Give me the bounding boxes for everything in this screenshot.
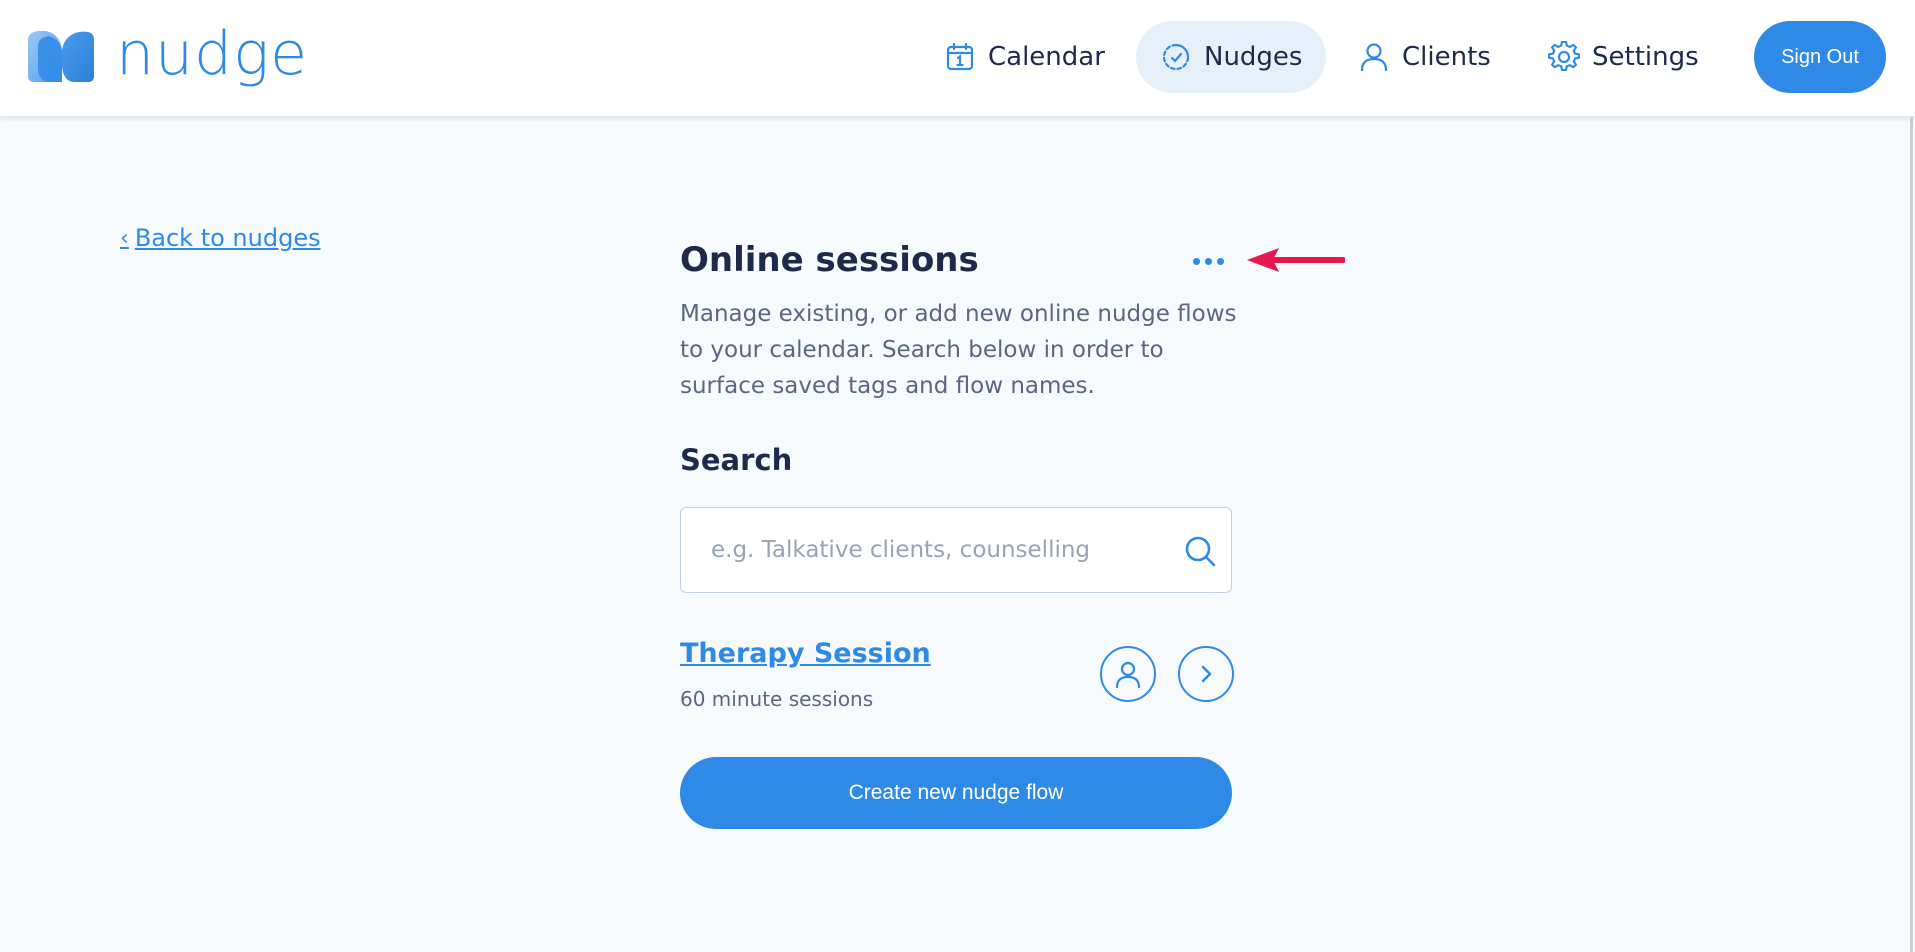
gear-icon xyxy=(1548,41,1580,72)
nudge-logo-mark xyxy=(28,30,94,82)
nav-item-clients-label: Clients xyxy=(1402,42,1491,72)
search-icon[interactable] xyxy=(1183,534,1217,568)
chevron-left-icon: ‹ xyxy=(120,225,129,251)
page-description: Manage existing, or add new online nudge… xyxy=(680,301,1237,399)
back-to-nudges-label: Back to nudges xyxy=(134,224,321,252)
page-title: Online sessions xyxy=(680,240,979,280)
nav-item-nudges-label: Nudges xyxy=(1204,42,1303,72)
nav-item-nudges[interactable]: Nudges xyxy=(1136,21,1327,93)
more-dot xyxy=(1192,257,1200,265)
user-icon xyxy=(1360,43,1388,72)
page-scrollbar[interactable] xyxy=(1910,117,1913,952)
more-dot xyxy=(1204,257,1212,265)
nav-item-calendar[interactable]: Calendar xyxy=(920,21,1129,93)
flow-title-link[interactable]: Therapy Session xyxy=(680,638,931,669)
user-icon xyxy=(1115,661,1141,689)
chevron-right-icon xyxy=(1201,665,1212,683)
more-dot xyxy=(1216,257,1224,265)
create-nudge-flow-button[interactable]: Create new nudge flow xyxy=(680,757,1232,829)
annotation-arrow-icon xyxy=(1247,248,1345,272)
sign-out-button[interactable]: Sign Out xyxy=(1754,21,1886,93)
top-navigation-bar: nudge Calendar Nudges Clients Settings S… xyxy=(0,0,1915,117)
nudges-icon xyxy=(1162,43,1190,71)
search-input[interactable] xyxy=(711,508,1151,592)
more-options-button[interactable] xyxy=(1188,246,1228,276)
nav-item-clients[interactable]: Clients xyxy=(1334,21,1515,93)
flow-subtitle: 60 minute sessions xyxy=(680,687,874,711)
calendar-icon xyxy=(946,42,974,71)
back-to-nudges-link[interactable]: ‹ Back to nudges xyxy=(120,224,321,252)
flow-clients-button[interactable] xyxy=(1100,646,1156,702)
nav-item-settings-label: Settings xyxy=(1592,42,1699,72)
nudge-logo[interactable]: nudge xyxy=(26,24,308,90)
nav-item-calendar-label: Calendar xyxy=(988,42,1105,72)
search-field xyxy=(680,507,1232,593)
flow-open-button[interactable] xyxy=(1178,646,1234,702)
brand-name: nudge xyxy=(116,19,309,89)
search-heading: Search xyxy=(680,443,793,477)
nav-item-settings[interactable]: Settings xyxy=(1524,21,1723,93)
